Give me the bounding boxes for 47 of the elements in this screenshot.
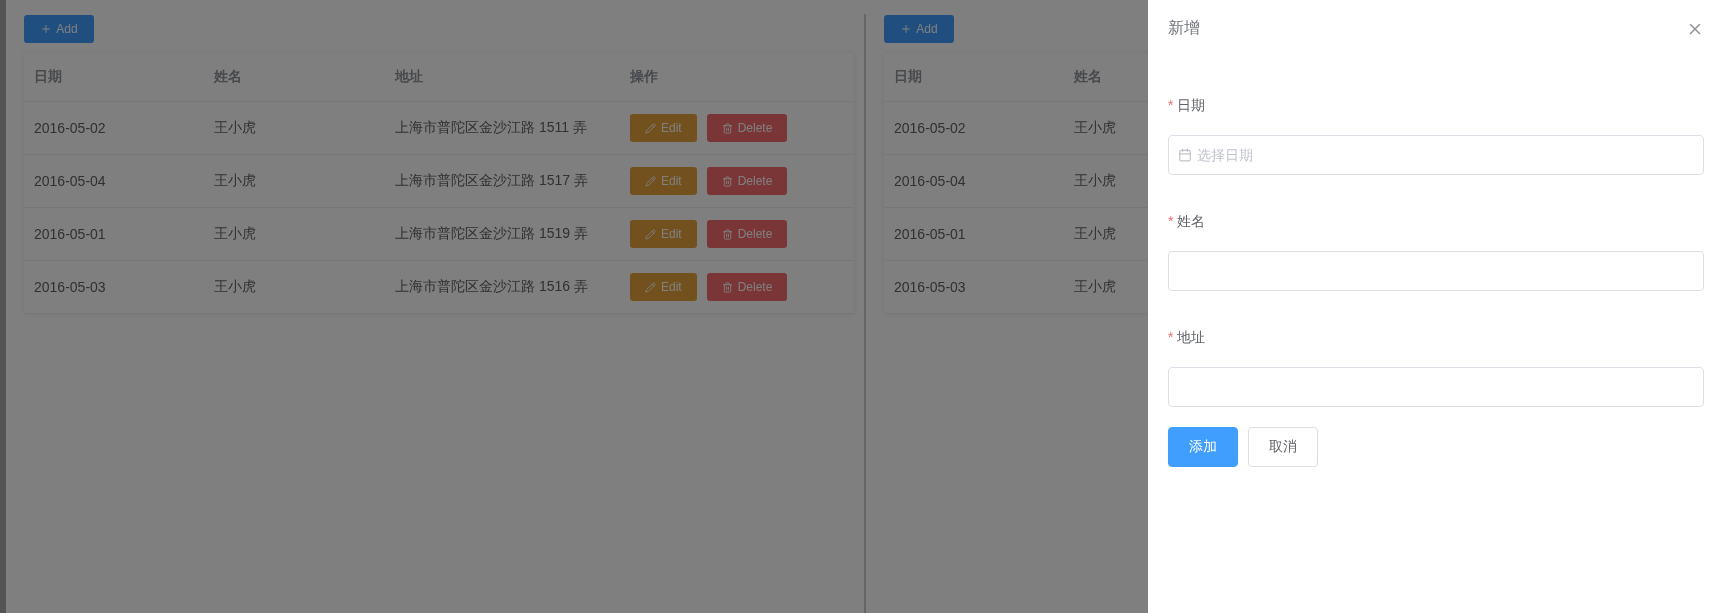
plus-icon <box>900 23 913 35</box>
pencil-icon <box>645 228 656 240</box>
field-label: 姓名 <box>1177 213 1206 231</box>
delete-button[interactable]: Delete <box>706 167 788 195</box>
table-cell: 2016-05-02 <box>884 102 1064 155</box>
pencil-icon <box>645 122 656 134</box>
trash-icon <box>721 175 733 187</box>
input-field[interactable] <box>1168 251 1704 291</box>
table-cell: 王小虎 <box>204 102 385 155</box>
table-cell: 上海市普陀区金沙江路 1519 弄 <box>385 208 620 261</box>
required-mark: * <box>1168 213 1174 231</box>
submit-button[interactable]: 添加 <box>1168 427 1238 467</box>
table-cell: 2016-05-04 <box>24 155 204 208</box>
plus-icon <box>40 23 53 35</box>
table-cell: 王小虎 <box>204 261 385 314</box>
pencil-icon <box>645 281 656 293</box>
table-cell: 王小虎 <box>204 208 385 261</box>
table-cell: 2016-05-04 <box>884 155 1064 208</box>
table-cell: 2016-05-03 <box>884 261 1064 314</box>
drawer-title: 新增 <box>1168 18 1200 38</box>
delete-button[interactable]: Delete <box>706 273 788 301</box>
table-cell: 上海市普陀区金沙江路 1517 弄 <box>385 155 620 208</box>
field-label: 地址 <box>1177 329 1206 347</box>
edit-button[interactable]: Edit <box>630 167 697 195</box>
date-field[interactable]: 选择日期 <box>1168 135 1704 175</box>
add-button[interactable]: Add <box>884 15 954 43</box>
trash-icon <box>721 228 733 240</box>
delete-button[interactable]: Delete <box>706 114 788 142</box>
table-cell: 2016-05-01 <box>24 208 204 261</box>
edit-button[interactable]: Edit <box>630 273 697 301</box>
input-field[interactable] <box>1168 367 1704 407</box>
table-cell: 2016-05-01 <box>884 208 1064 261</box>
table-cell: 2016-05-03 <box>24 261 204 314</box>
delete-button[interactable]: Delete <box>706 220 788 248</box>
trash-icon <box>721 122 733 134</box>
edit-button[interactable]: Edit <box>630 114 697 142</box>
table-cell: 王小虎 <box>204 155 385 208</box>
cancel-button[interactable]: 取消 <box>1248 427 1318 467</box>
pencil-icon <box>645 175 656 187</box>
calendar-icon <box>1178 148 1192 162</box>
table-cell: 上海市普陀区金沙江路 1516 弄 <box>385 261 620 314</box>
trash-icon <box>721 281 733 293</box>
table-cell: 2016-05-02 <box>24 102 204 155</box>
table-cell: 上海市普陀区金沙江路 1511 弄 <box>385 102 620 155</box>
edit-button[interactable]: Edit <box>630 220 697 248</box>
required-mark: * <box>1168 329 1174 347</box>
add-button[interactable]: Add <box>24 15 94 43</box>
